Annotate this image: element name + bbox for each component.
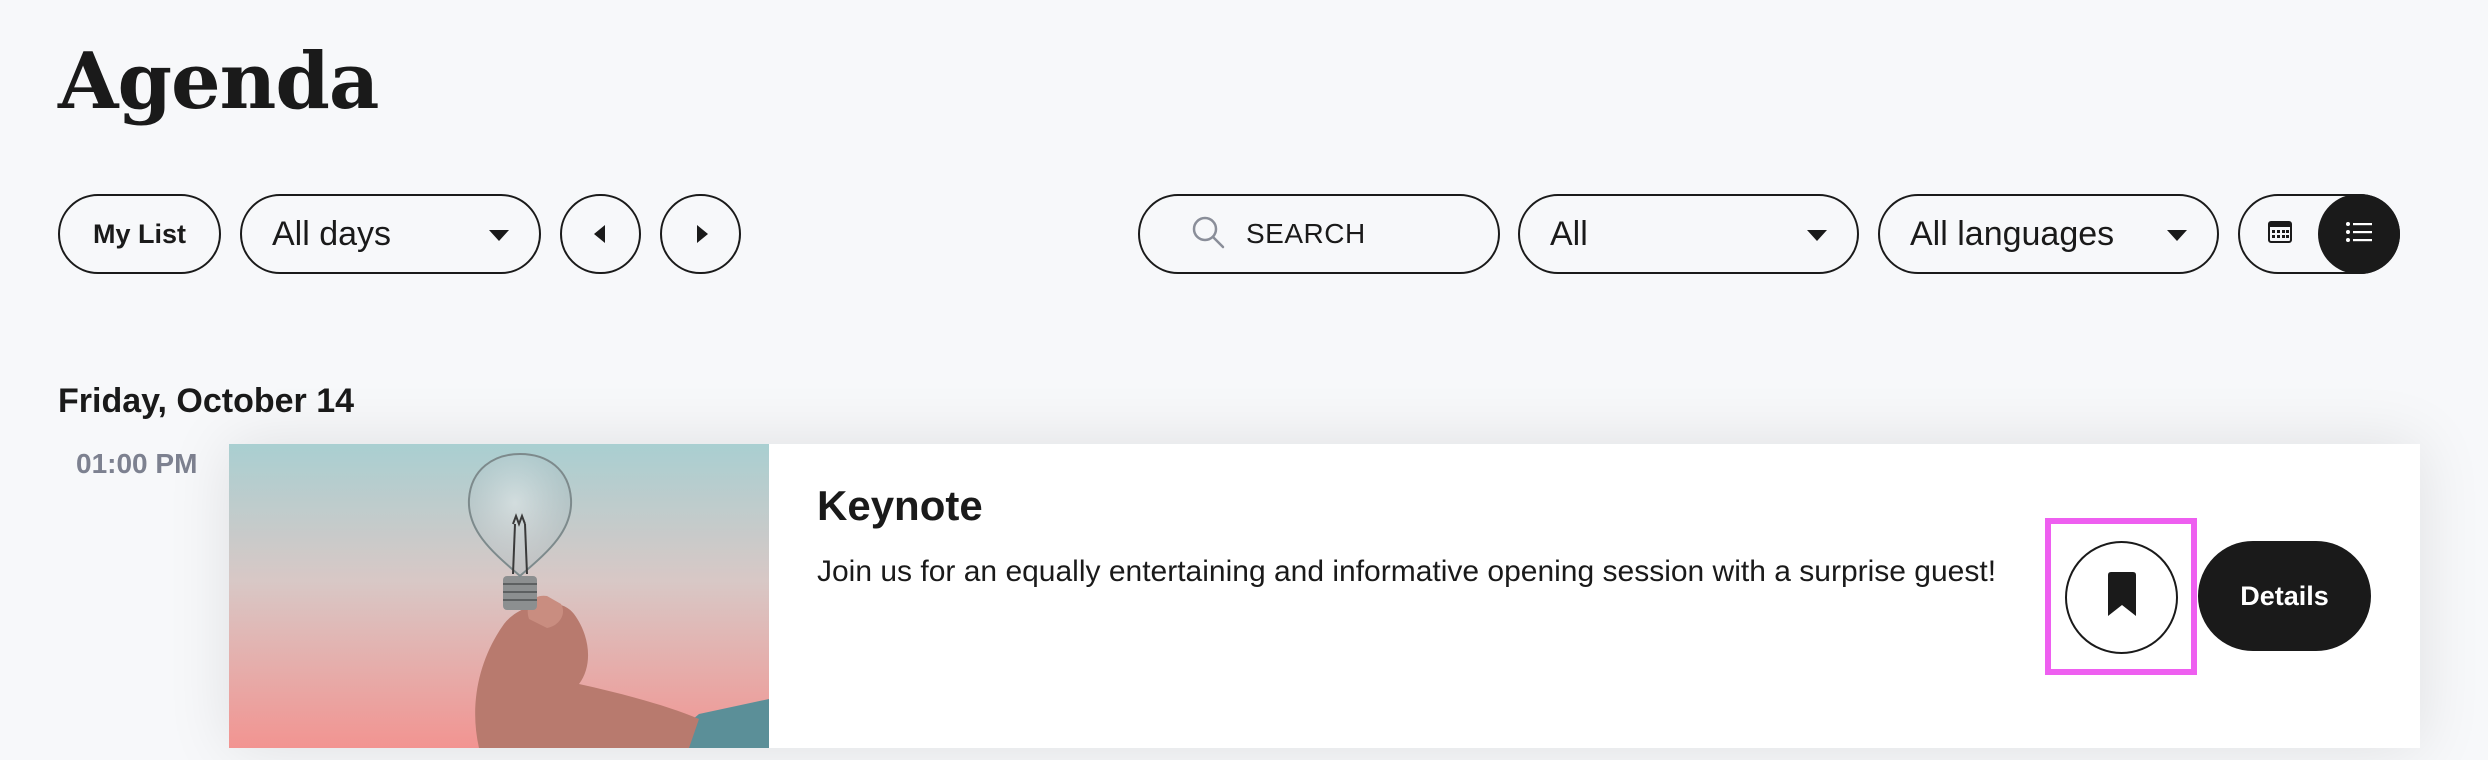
session-description: Join us for an equally entertaining and …	[817, 555, 1997, 588]
next-day-button[interactable]	[660, 194, 741, 274]
details-button[interactable]: Details	[2198, 541, 2371, 651]
days-select[interactable]: All days	[240, 194, 541, 274]
page-title: Agenda	[58, 36, 379, 127]
days-select-value: All days	[272, 214, 392, 253]
type-select[interactable]: All	[1518, 194, 1859, 274]
language-select-value: All languages	[1910, 214, 2115, 253]
search-input[interactable]	[1246, 218, 1476, 250]
search-icon	[1190, 214, 1226, 255]
session-time: 01:00 PM	[76, 448, 198, 479]
session-card: Keynote Join us for an equally entertain…	[229, 444, 2420, 748]
calendar-icon	[2267, 219, 2293, 250]
day-heading: Friday, October 14	[58, 382, 355, 420]
session-image	[229, 444, 769, 748]
type-select-value: All	[1550, 214, 1588, 253]
session-title: Keynote	[817, 482, 983, 529]
bookmark-icon	[2105, 572, 2139, 623]
chevron-down-icon	[1807, 230, 1827, 241]
language-select[interactable]: All languages	[1878, 194, 2219, 274]
arrow-right-icon	[696, 225, 708, 243]
list-icon	[2345, 220, 2373, 249]
chevron-down-icon	[2167, 230, 2187, 241]
my-list-button[interactable]: My List	[58, 194, 221, 274]
search-field[interactable]	[1138, 194, 1500, 274]
view-toggle	[2238, 194, 2400, 274]
list-view-button[interactable]	[2318, 194, 2400, 274]
agenda-page: Agenda My List All days All All language…	[0, 0, 2488, 760]
arrow-left-icon	[593, 225, 605, 243]
chevron-down-icon	[489, 230, 509, 241]
previous-day-button[interactable]	[560, 194, 641, 274]
calendar-view-button[interactable]	[2248, 202, 2312, 266]
bookmark-button[interactable]	[2065, 541, 2178, 654]
